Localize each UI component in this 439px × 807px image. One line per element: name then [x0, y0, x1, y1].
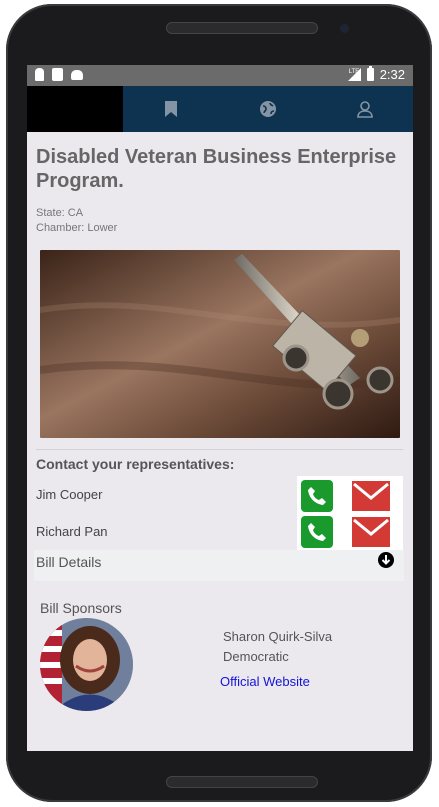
bill-state: State: CA [36, 207, 84, 219]
contact-actions [297, 476, 403, 552]
nav-spacer [27, 86, 123, 132]
phone-icon [308, 523, 326, 541]
email-button[interactable] [352, 481, 390, 511]
sponsor-avatar [40, 618, 133, 711]
email-button[interactable] [352, 517, 390, 547]
contact-heading: Contact your representatives: [36, 456, 235, 472]
official-website-link[interactable]: Official Website [220, 674, 310, 689]
sponsor-name: Sharon Quirk-Silva [223, 629, 333, 644]
signal-icon: LTE [347, 68, 361, 81]
android-icon [71, 70, 83, 80]
person-icon [35, 68, 44, 81]
bill-title: Disabled Veteran Business Enterprise Pro… [36, 146, 397, 192]
globe-icon [260, 101, 276, 117]
bookmark-icon [165, 101, 177, 117]
call-button[interactable] [301, 480, 333, 512]
tab-explore[interactable] [220, 86, 316, 132]
network-type: LTE [348, 69, 360, 75]
representative-name: Jim Cooper [36, 487, 103, 502]
phone-icon [308, 487, 326, 505]
battery-icon [366, 66, 374, 81]
sponsor-party: Democratic [223, 649, 289, 664]
mail-icon [353, 518, 389, 536]
bill-chamber: Chamber: Lower [36, 222, 118, 234]
representative-name: Richard Pan [36, 524, 108, 539]
bottom-speaker [166, 776, 318, 788]
top-nav-bar [27, 86, 413, 132]
front-camera [340, 24, 349, 33]
screen: LTE 2:32 Disabled Veteran Business Enter… [27, 65, 413, 751]
bill-image [40, 250, 400, 438]
mail-icon [353, 482, 389, 500]
divider [36, 449, 403, 450]
status-time: 2:32 [379, 67, 405, 82]
call-button[interactable] [301, 516, 333, 548]
bill-details-label: Bill Details [36, 554, 102, 570]
bill-content: Disabled Veteran Business Enterprise Pro… [27, 132, 413, 751]
circle-arrow-down-icon [378, 552, 394, 568]
top-speaker [166, 22, 318, 34]
bill-details-toggle[interactable]: Bill Details [34, 550, 404, 581]
sd-card-icon [52, 68, 63, 81]
user-icon [357, 101, 373, 118]
sponsors-heading: Bill Sponsors [40, 600, 122, 616]
tab-bookmarks[interactable] [123, 86, 219, 132]
tab-profile[interactable] [317, 86, 413, 132]
status-bar: LTE 2:32 [27, 65, 413, 86]
